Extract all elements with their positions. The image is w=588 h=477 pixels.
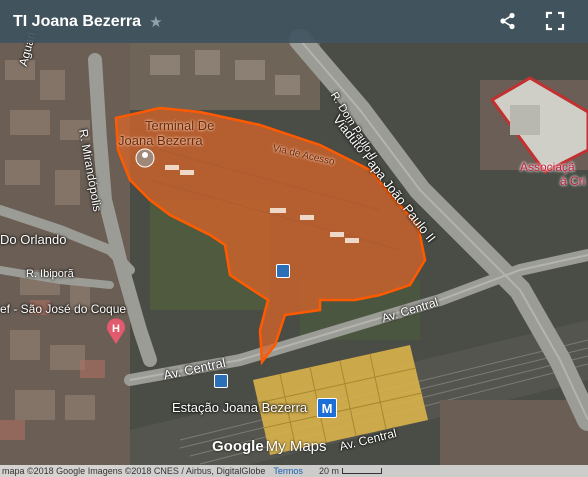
urban-area-southeast [440, 400, 588, 465]
hospital-icon[interactable]: H [106, 318, 126, 344]
label-ibipora: R. Ibiporã [26, 268, 74, 280]
attribution-text: mapa ©2018 Google Imagens ©2018 CNES / A… [2, 466, 266, 476]
roof-detail [510, 105, 540, 135]
label-terminal-line1: Terminal De [145, 118, 215, 133]
google-wordmark: Google [212, 438, 264, 455]
scale-bar [341, 468, 382, 474]
label-do-orlando: Do Orlando [0, 232, 67, 247]
label-associacao-line2: à Cri [560, 174, 586, 188]
share-button[interactable] [494, 8, 522, 34]
label-terminal-line2: Joana Bezerra [118, 133, 203, 148]
metro-station-icon[interactable]: M [317, 398, 337, 418]
share-icon [500, 12, 515, 30]
bus-stop-icon[interactable] [214, 374, 228, 388]
label-sao-jose: ef - São José do Coque [0, 302, 127, 316]
bus-stop-icon[interactable] [276, 264, 290, 278]
label-estacao: Estação Joana Bezerra [172, 400, 308, 415]
attribution-bar: mapa ©2018 Google Imagens ©2018 CNES / A… [0, 465, 588, 477]
svg-text:H: H [112, 323, 120, 335]
fullscreen-icon [545, 11, 565, 31]
place-pin-dot [142, 152, 148, 158]
fullscreen-button[interactable] [540, 8, 570, 34]
map-title: TI Joana Bezerra [13, 12, 142, 30]
mymaps-wordmark: My Maps [265, 438, 327, 455]
scale-label: 20 m [318, 466, 339, 476]
label-associacao-line1: Associaçã [520, 160, 575, 174]
star-icon[interactable]: ★ [149, 13, 162, 31]
google-mymaps-logo: Google My Maps [212, 438, 327, 455]
terms-link[interactable]: Termos [273, 466, 303, 476]
